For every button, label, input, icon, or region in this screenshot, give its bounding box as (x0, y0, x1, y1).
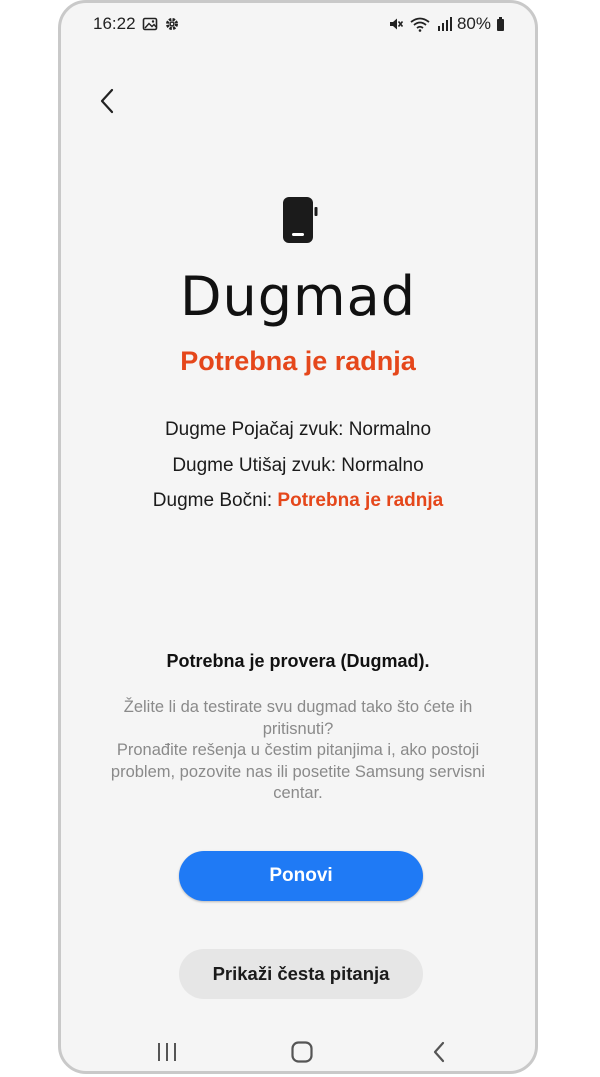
status-warning: Potrebna je radnja (180, 346, 416, 376)
result-row-volume-up: Dugme Pojačaj zvuk: Normalno (61, 417, 535, 453)
battery-icon (496, 16, 505, 32)
status-left: 16:22 (93, 14, 180, 34)
button-test-results: Dugme Pojačaj zvuk: Normalno Dugme Utiša… (61, 417, 535, 524)
page-title: Dugmad (179, 265, 417, 328)
retry-button[interactable]: Ponovi (179, 851, 423, 901)
status-time: 16:22 (93, 14, 136, 33)
settings-gear-icon (164, 16, 180, 32)
wifi-icon (409, 16, 431, 32)
description-question: Želite li da testirate svu dugmad tako š… (123, 698, 473, 738)
result-label: Dugme Bočni: (152, 490, 273, 511)
phone-frame: 16:22 80% Dugmad Potrebna je radnja Dugm… (58, 0, 538, 1074)
home-button[interactable] (282, 1039, 322, 1069)
result-row-side-button: Dugme Bočni: Potrebna je radnja (61, 488, 535, 524)
navigation-bar (61, 1023, 535, 1071)
show-faq-button[interactable]: Prikaži česta pitanja (179, 949, 423, 999)
chevron-left-icon (99, 88, 115, 119)
mute-icon (388, 16, 404, 32)
status-right: 80% (388, 14, 505, 34)
description-help: Pronađite rešenja u čestim pitanjima i, … (110, 741, 486, 802)
result-value-warning: Potrebna je radnja (277, 490, 444, 511)
description: Želite li da testirate svu dugmad tako š… (91, 697, 505, 805)
nav-back-button[interactable] (419, 1039, 459, 1069)
phone-side-button-icon (279, 195, 323, 245)
check-required-title: Potrebna je provera (Dugmad). (166, 651, 430, 671)
back-button[interactable] (89, 85, 125, 121)
image-icon (142, 16, 158, 32)
result-value: Normalno (341, 454, 424, 476)
home-icon (290, 1040, 314, 1069)
signal-icon (436, 16, 452, 32)
battery-percent: 80% (456, 14, 491, 33)
recent-apps-icon (155, 1041, 179, 1068)
result-value: Normalno (348, 419, 432, 440)
status-bar: 16:22 80% (61, 3, 535, 45)
result-label: Dugme Pojačaj zvuk: (164, 419, 344, 440)
back-icon (431, 1041, 447, 1068)
result-label: Dugme Utišaj zvuk: (172, 454, 336, 476)
recent-apps-button[interactable] (147, 1039, 187, 1069)
result-row-volume-down: Dugme Utišaj zvuk: Normalno (61, 453, 535, 489)
